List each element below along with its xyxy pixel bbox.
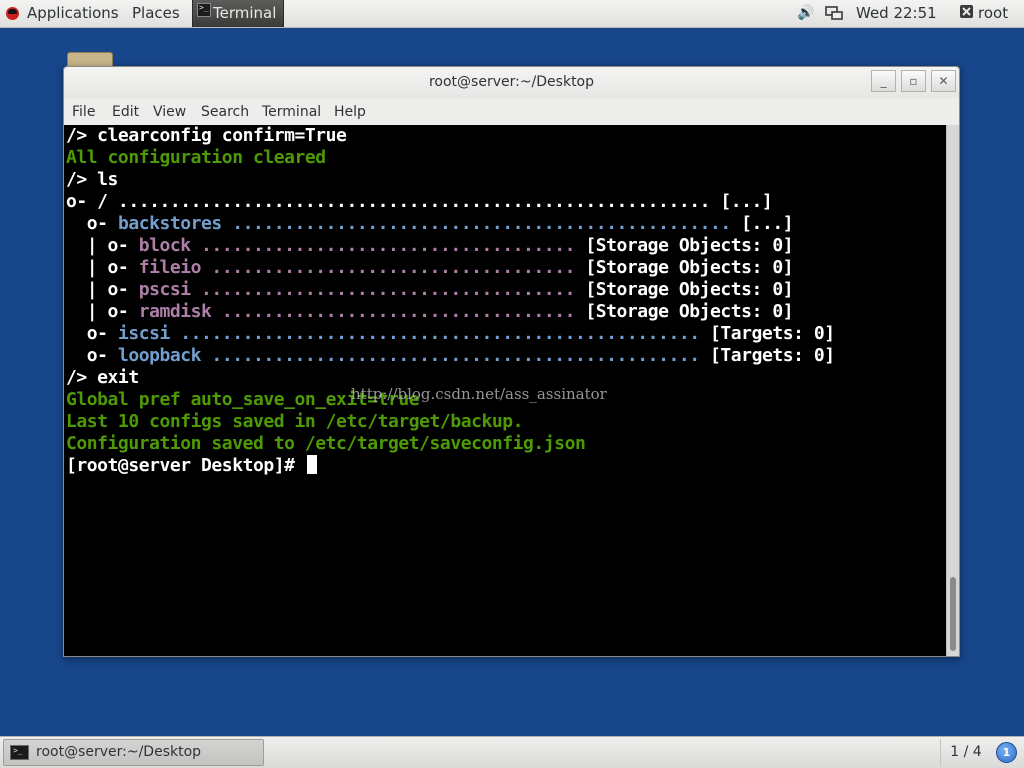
notification-icon[interactable]: 1	[996, 742, 1017, 763]
terminal-text-segment: [Storage Objects: 0]	[585, 257, 794, 278]
window-title: root@server:~/Desktop	[428, 74, 595, 90]
terminal-window: root@server:~/Desktop _ ▫ ✕ File Edit Vi…	[63, 66, 960, 657]
terminal-text-segment: /> clearconfig confirm=True	[66, 125, 347, 146]
terminal-text-segment: [...]	[741, 213, 794, 234]
user-menu[interactable]: root	[978, 0, 1008, 27]
terminal-text-segment: /> exit	[66, 367, 139, 388]
applications-menu[interactable]: Applications	[27, 0, 119, 27]
terminal-line: | o- ramdisk ...........................…	[66, 301, 835, 323]
scrollbar-thumb[interactable]	[950, 577, 956, 651]
terminal-text-segment: loopback	[117, 345, 202, 366]
taskbar-terminal-button[interactable]: >_ root@server:~/Desktop	[3, 739, 264, 766]
terminal-text-segment: ..................................	[211, 301, 586, 322]
terminal-line: o- backstores ..........................…	[66, 213, 835, 235]
terminal-text-segment: [Storage Objects: 0]	[585, 279, 794, 300]
terminal-scrollbar[interactable]	[946, 125, 959, 656]
workspace-switcher[interactable]: 1 / 4	[940, 739, 991, 766]
terminal-line: [root@server Desktop]#	[66, 455, 835, 477]
network-icon[interactable]	[825, 5, 843, 25]
terminal-text-segment: ........................................…	[169, 323, 710, 344]
minimize-button[interactable]: _	[871, 70, 896, 92]
terminal-text-segment: | o-	[66, 301, 139, 322]
terminal-icon: >_	[197, 3, 211, 17]
close-button[interactable]: ✕	[931, 70, 956, 92]
terminal-line: Configuration saved to /etc/target/savec…	[66, 433, 835, 455]
terminal-line: | o- fileio ............................…	[66, 257, 835, 279]
terminal-line: /> ls	[66, 169, 835, 191]
terminal-text-segment: ........................................…	[221, 213, 742, 234]
terminal-line: /> clearconfig confirm=True	[66, 125, 835, 147]
menu-edit[interactable]: Edit	[112, 99, 139, 125]
redhat-logo-icon[interactable]	[6, 7, 19, 20]
terminal-line: | o- pscsi .............................…	[66, 279, 835, 301]
terminal-line: o- / ...................................…	[66, 191, 835, 213]
terminal-text-segment: ....................................	[190, 279, 586, 300]
menu-view[interactable]: View	[153, 99, 186, 125]
volume-icon[interactable]: 🔊	[797, 5, 814, 21]
terminal-text-segment: iscsi	[117, 323, 170, 344]
top-panel: Applications Places >_ Terminal 🔊 Wed 22…	[0, 0, 1024, 28]
menu-search[interactable]: Search	[201, 99, 249, 125]
watermark: http://blog.csdn.net/ass_assinator	[351, 385, 607, 403]
terminal-text-segment: o-	[66, 213, 118, 234]
terminal-text-segment: [Storage Objects: 0]	[585, 301, 794, 322]
user-icon[interactable]	[959, 4, 974, 23]
menu-file[interactable]: File	[72, 99, 95, 125]
terminal-text-segment: ........................................…	[201, 345, 711, 366]
terminal-text-segment: o-	[66, 323, 118, 344]
terminal-text-segment: [Targets: 0]	[710, 323, 835, 344]
terminal-text-segment: | o-	[66, 279, 139, 300]
terminal-text-segment: Last 10 configs saved in /etc/target/bac…	[66, 411, 524, 432]
terminal-output[interactable]: /> clearconfig confirm=True All configura…	[64, 125, 946, 656]
terminal-lines: /> clearconfig confirm=True All configura…	[66, 125, 835, 477]
terminal-text-segment: [Targets: 0]	[710, 345, 835, 366]
terminal-text-segment: fileio	[138, 257, 202, 278]
bottom-panel: >_ root@server:~/Desktop 1 / 4 1	[0, 736, 1024, 768]
terminal-text-segment: ....................................	[190, 235, 586, 256]
terminal-text-segment: ramdisk	[138, 301, 212, 322]
terminal-line: Last 10 configs saved in /etc/target/bac…	[66, 411, 835, 433]
menu-help[interactable]: Help	[334, 99, 366, 125]
terminal-text-segment: o- / ...................................…	[66, 191, 773, 212]
top-task-label: Terminal	[213, 4, 277, 22]
terminal-line: o- loopback ............................…	[66, 345, 835, 367]
maximize-button[interactable]: ▫	[901, 70, 926, 92]
terminal-text-segment: All configuration cleared	[66, 147, 326, 168]
menu-terminal[interactable]: Terminal	[262, 99, 321, 125]
top-task-terminal[interactable]: >_ Terminal	[192, 0, 284, 27]
clock[interactable]: Wed 22:51	[856, 0, 937, 27]
terminal-text-segment: /> ls	[66, 169, 118, 190]
terminal-text-segment: [root@server Desktop]#	[66, 455, 305, 476]
terminal-text-segment: | o-	[66, 235, 139, 256]
terminal-text-segment: backstores	[117, 213, 222, 234]
terminal-text-segment: | o-	[66, 257, 139, 278]
terminal-cursor	[306, 455, 317, 474]
menubar: File Edit View Search Terminal Help	[64, 99, 959, 125]
terminal-text-segment: [Storage Objects: 0]	[585, 235, 794, 256]
terminal-icon: >_	[10, 745, 29, 760]
terminal-text-segment: block	[138, 235, 191, 256]
terminal-line: | o- block .............................…	[66, 235, 835, 257]
terminal-text-segment: Configuration saved to /etc/target/savec…	[66, 433, 586, 454]
terminal-text-segment: o-	[66, 345, 118, 366]
places-menu[interactable]: Places	[132, 0, 180, 27]
taskbar-label: root@server:~/Desktop	[36, 744, 202, 760]
terminal-line: o- iscsi ...............................…	[66, 323, 835, 345]
terminal-line: All configuration cleared	[66, 147, 835, 169]
window-titlebar[interactable]: root@server:~/Desktop _ ▫ ✕	[64, 67, 959, 98]
terminal-text-segment: pscsi	[138, 279, 191, 300]
terminal-text-segment: ...................................	[201, 257, 586, 278]
